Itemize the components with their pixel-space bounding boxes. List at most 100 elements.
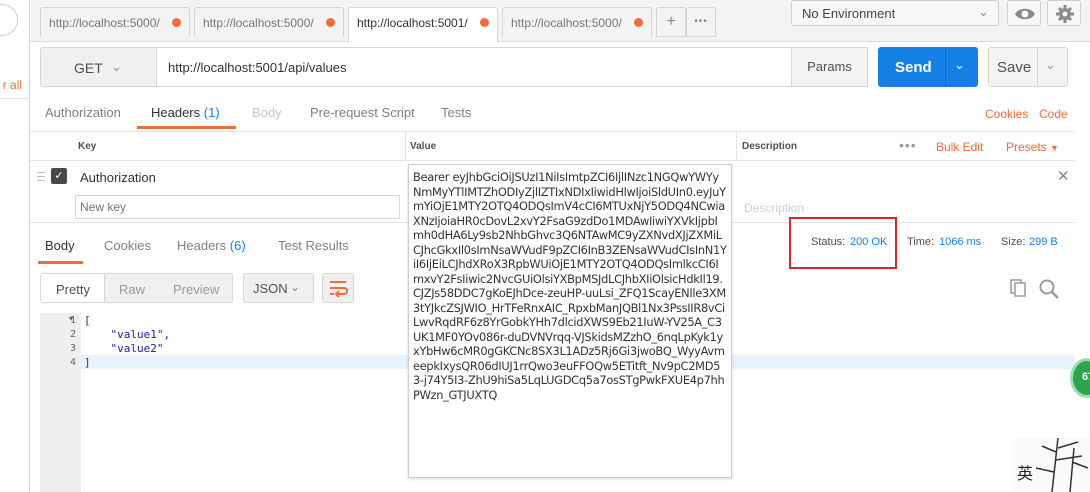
line-number: 2 bbox=[69, 329, 76, 340]
code-line: [ bbox=[84, 314, 91, 327]
response-tab-test-results[interactable]: Test Results bbox=[278, 238, 349, 253]
search-icon[interactable] bbox=[1038, 278, 1060, 303]
format-toggle-group: Pretty Raw Preview bbox=[40, 273, 233, 303]
chevron-down-icon[interactable]: ⌄ bbox=[954, 57, 965, 73]
tab-authorization[interactable]: Authorization bbox=[45, 105, 121, 120]
tab-headers-count: (1) bbox=[203, 105, 220, 120]
chevron-down-icon: ⌄ bbox=[290, 280, 301, 294]
language-select[interactable]: JSON ⌄ bbox=[243, 273, 314, 303]
environment-select[interactable]: No Environment ⌄ bbox=[791, 0, 999, 26]
unsaved-dot-icon bbox=[480, 18, 489, 27]
environment-quick-look-button[interactable] bbox=[1007, 0, 1041, 26]
size-value[interactable]: 299 B bbox=[1029, 236, 1058, 248]
params-button[interactable]: Params bbox=[791, 47, 868, 87]
environment-settings-button[interactable] bbox=[1047, 0, 1081, 26]
send-label: Send bbox=[895, 59, 932, 76]
tab-tests[interactable]: Tests bbox=[441, 105, 471, 120]
language-select-label: JSON bbox=[253, 281, 288, 296]
request-tab-1[interactable]: http://localhost:5000/ bbox=[40, 7, 190, 37]
url-text: http://localhost:5001/api/values bbox=[168, 60, 347, 75]
fold-arrow-icon[interactable]: ▾ bbox=[69, 314, 73, 323]
code-line: "value1", bbox=[84, 328, 171, 341]
presets-label: Presets bbox=[1006, 140, 1047, 154]
size-label: Size: bbox=[1001, 236, 1026, 248]
environment-select-label: No Environment bbox=[802, 6, 896, 21]
close-icon[interactable]: ✕ bbox=[1057, 167, 1070, 185]
save-button[interactable]: Save ⌄ bbox=[988, 47, 1068, 87]
cookies-link[interactable]: Cookies bbox=[985, 107, 1028, 121]
sidebar-divider bbox=[0, 98, 30, 99]
col-key: Key bbox=[78, 141, 97, 152]
caret-down-icon: ▼ bbox=[1050, 143, 1059, 153]
unsaved-dot-icon bbox=[326, 18, 335, 27]
tab-headers[interactable]: Headers (1) bbox=[151, 105, 220, 120]
col-value: Value bbox=[410, 141, 437, 152]
request-tab-label: http://localhost:5001/ bbox=[357, 16, 468, 30]
eye-icon bbox=[1015, 8, 1035, 20]
code-link[interactable]: Code bbox=[1039, 107, 1068, 121]
header-value-popup[interactable]: Bearer eyJhbGciOiJSUzI1NiIsImtpZCI6IjlIN… bbox=[408, 164, 732, 478]
new-key-input[interactable] bbox=[75, 195, 400, 219]
highlight-box bbox=[789, 217, 897, 269]
gear-icon bbox=[1056, 5, 1074, 23]
clear-all-link[interactable]: r all bbox=[0, 78, 22, 92]
header-value-text[interactable]: Bearer eyJhbGciOiJSUzI1NiIsImtpZCI6IjlIN… bbox=[413, 170, 727, 402]
request-tab-4[interactable]: http://localhost:5000/ bbox=[502, 7, 652, 37]
active-tab-underline bbox=[38, 261, 83, 264]
header-key-cell[interactable]: Authorization bbox=[80, 170, 156, 185]
response-tab-headers-label: Headers bbox=[177, 238, 227, 253]
column-divider bbox=[736, 132, 737, 160]
sidebar: r all bbox=[0, 0, 30, 492]
column-divider bbox=[405, 132, 406, 160]
response-tab-headers[interactable]: Headers (6) bbox=[177, 238, 246, 253]
send-button[interactable]: Send ⌄ bbox=[878, 47, 978, 87]
wrap-lines-button[interactable] bbox=[322, 273, 354, 303]
method-label: GET bbox=[74, 60, 103, 76]
sidebar-search-circle[interactable] bbox=[0, 4, 18, 36]
header-enabled-checkbox[interactable]: ✓ bbox=[51, 168, 67, 184]
active-tab-underline bbox=[137, 126, 236, 129]
time-value[interactable]: 1066 ms bbox=[939, 236, 981, 248]
code-line: ] bbox=[84, 356, 91, 369]
method-select[interactable]: GET ⌄ bbox=[40, 47, 157, 87]
drag-handle-icon[interactable]: ─ ─ ─ bbox=[37, 168, 45, 187]
headers-table-header: Key Value Description ••• Bulk Edit Pres… bbox=[30, 131, 1075, 161]
chevron-down-icon: ⌄ bbox=[978, 4, 989, 19]
description-input[interactable]: Description bbox=[744, 201, 804, 215]
wrap-lines-icon bbox=[330, 281, 348, 298]
request-tab-label: http://localhost:5000/ bbox=[49, 16, 160, 30]
request-tab-label: http://localhost:5000/ bbox=[511, 16, 622, 30]
tab-prerequest-script[interactable]: Pre-request Script bbox=[310, 105, 415, 120]
chevron-down-icon: ⌄ bbox=[111, 59, 122, 74]
response-tab-cookies[interactable]: Cookies bbox=[104, 238, 151, 253]
time-label: Time: bbox=[907, 236, 935, 248]
url-input[interactable]: http://localhost:5001/api/values bbox=[156, 47, 868, 87]
format-pretty-button[interactable]: Pretty bbox=[56, 282, 90, 297]
request-tab-3[interactable]: http://localhost:5001/ bbox=[348, 7, 498, 43]
more-tabs-button[interactable]: ••• bbox=[686, 7, 716, 37]
response-tab-body[interactable]: Body bbox=[45, 238, 75, 253]
request-tab-2[interactable]: http://localhost:5000/ bbox=[194, 7, 344, 37]
bulk-edit-link[interactable]: Bulk Edit bbox=[936, 140, 983, 154]
more-options-icon[interactable]: ••• bbox=[899, 137, 917, 153]
format-raw-button[interactable]: Raw bbox=[119, 282, 145, 297]
request-tab-label: http://localhost:5000/ bbox=[203, 16, 314, 30]
line-number: 3 bbox=[69, 343, 76, 354]
line-number: 4 bbox=[69, 357, 76, 368]
format-preview-button[interactable]: Preview bbox=[173, 282, 219, 297]
col-description: Description bbox=[742, 141, 798, 152]
response-tab-headers-count: (6) bbox=[229, 238, 246, 253]
send-divider bbox=[945, 47, 946, 87]
unsaved-dot-icon bbox=[172, 18, 181, 27]
save-label: Save bbox=[997, 59, 1032, 76]
tab-body[interactable]: Body bbox=[252, 105, 282, 120]
save-divider bbox=[1037, 48, 1038, 86]
presets-dropdown[interactable]: Presets ▼ bbox=[1006, 140, 1059, 154]
tab-headers-label: Headers bbox=[151, 105, 201, 120]
new-tab-button[interactable]: + bbox=[656, 7, 686, 37]
chevron-down-icon[interactable]: ⌄ bbox=[1045, 57, 1056, 73]
unsaved-dot-icon bbox=[634, 18, 643, 27]
copy-icon[interactable] bbox=[1008, 278, 1028, 301]
code-line: "value2" bbox=[84, 342, 164, 355]
copy-icon-svg bbox=[1010, 279, 1026, 297]
